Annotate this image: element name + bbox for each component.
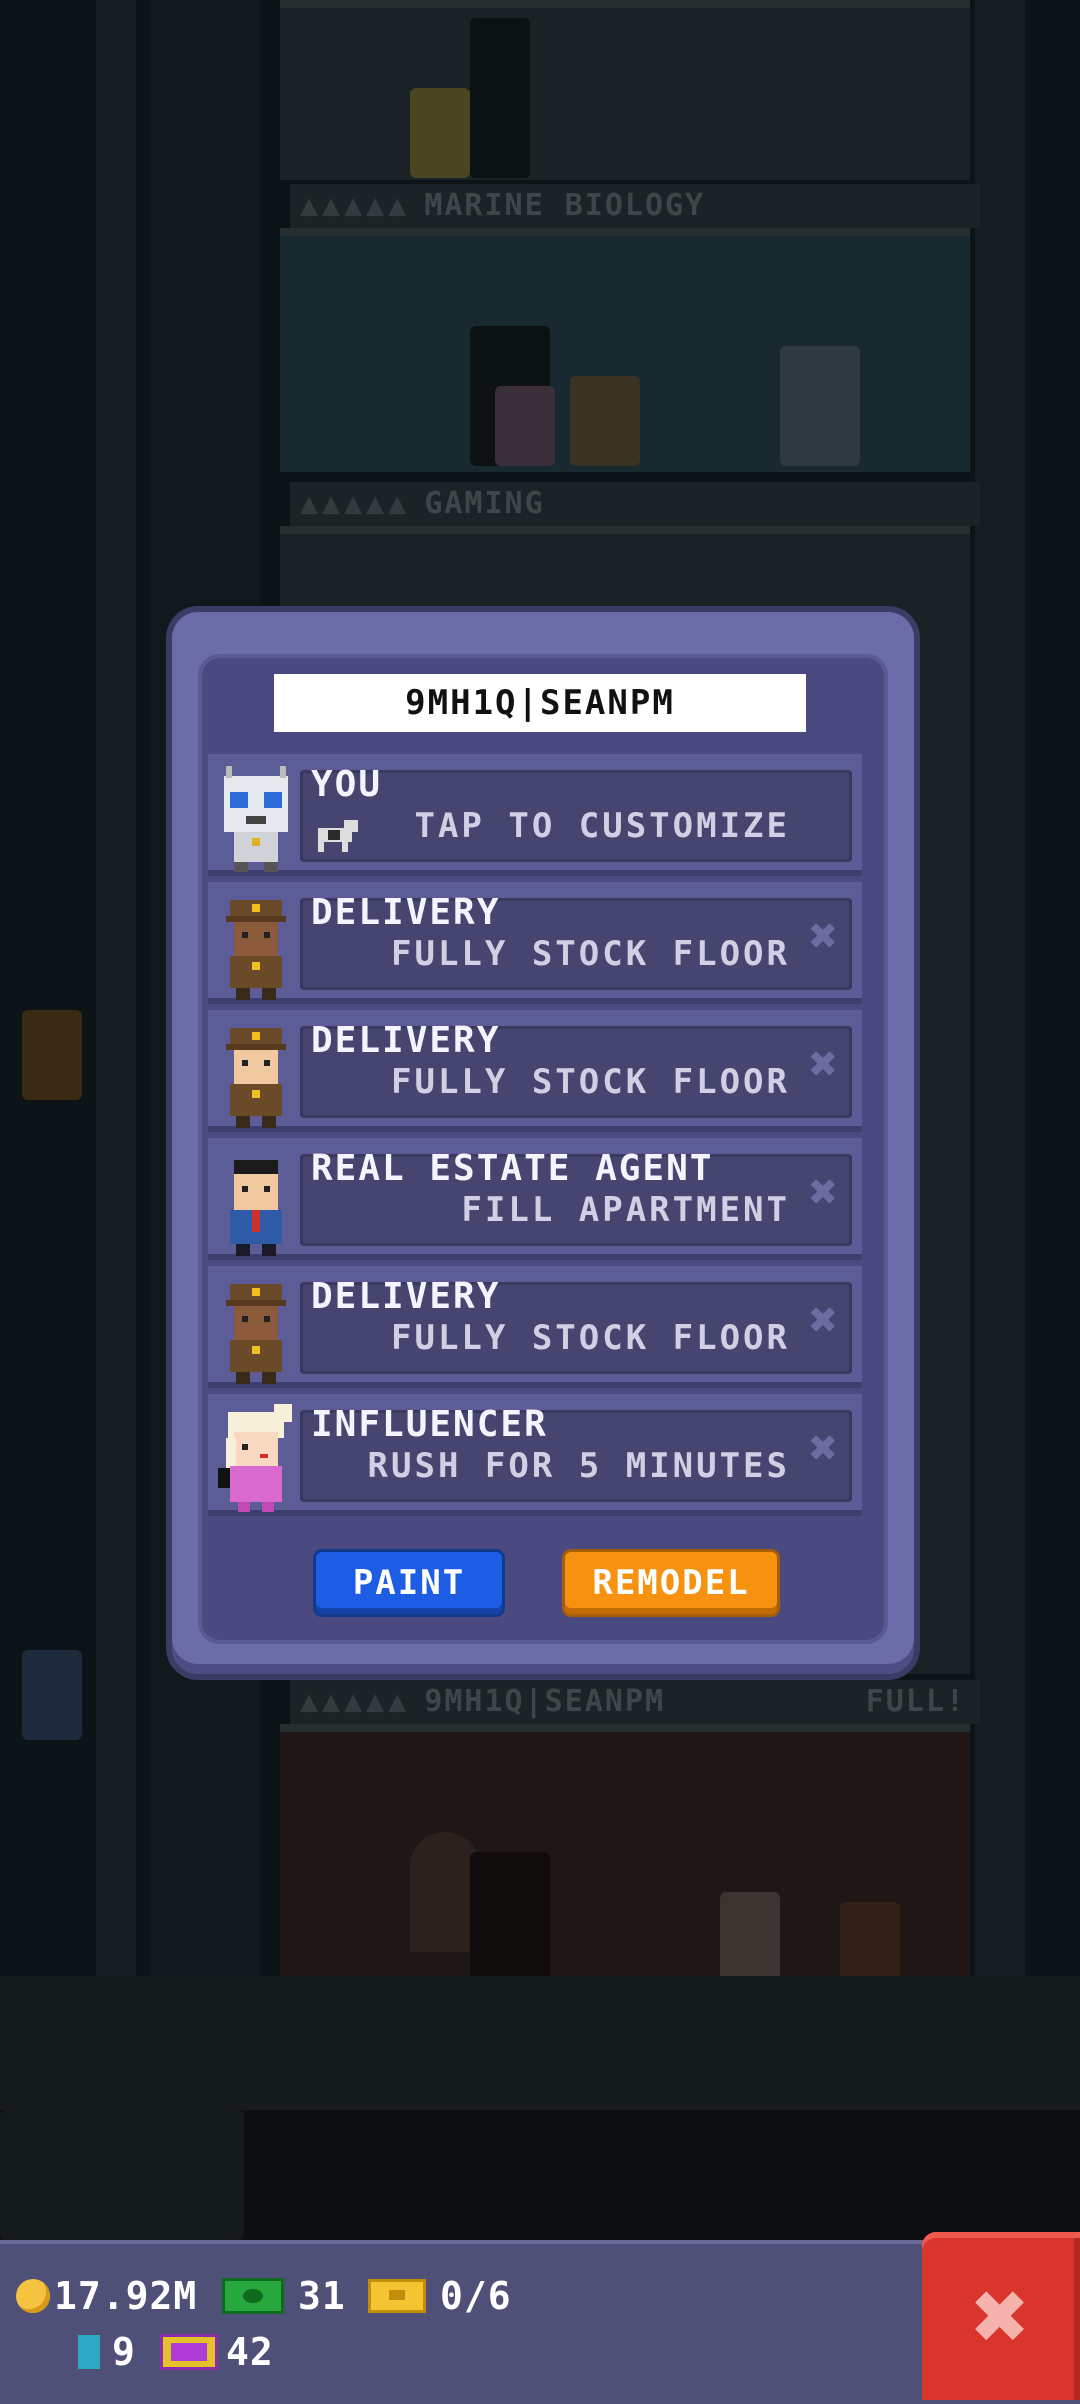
coins-value: 17.92M [54,2274,198,2318]
real-estate-agent-avatar-icon [216,1146,296,1258]
bux-value: 31 [298,2274,346,2318]
doorway [470,18,530,178]
bitizens-value: 9 [112,2330,136,2374]
resident-title: INFLUENCER [311,1404,548,1445]
vip-value: 42 [226,2330,274,2374]
bitizen-icon [78,2335,100,2369]
sidewalk [0,1976,1080,2110]
coins-counter[interactable]: 17.92M [16,2274,197,2318]
vip-counter[interactable]: 42 [160,2330,274,2374]
resident-subtitle: FILL APARTMENT [461,1190,790,1230]
delivery-avatar-icon [216,890,296,1002]
evict-x-icon[interactable]: ✖ [809,1424,838,1472]
tickets-counter[interactable]: 0/6 [368,2274,512,2318]
delivery-avatar-icon [216,1274,296,1386]
pet-cat-icon [314,818,362,852]
bitizen-sprite [495,386,555,466]
floor-marine-biology [280,228,970,472]
bitizen-sprite [570,376,640,466]
close-button[interactable]: ✖ [922,2232,1080,2400]
resident-row-you[interactable]: YOU TAP TO CUSTOMIZE [208,754,862,876]
resident-row-influencer[interactable]: INFLUENCER RUSH FOR 5 MINUTES ✖ [208,1394,862,1516]
bitizen-sprite [840,1902,900,1982]
building-sign [22,1650,82,1740]
golden-ticket-icon [368,2279,426,2313]
resident-subtitle: RUSH FOR 5 MINUTES [367,1446,790,1486]
tower-pillar-left [96,0,136,1980]
resident-row-delivery[interactable]: DELIVERY FULLY STOCK FLOOR ✖ [208,1010,862,1132]
floor-label-apartment: ▲▲▲▲▲ 9MH1Q|SEANPM FULL! [290,1680,980,1724]
building-sign [22,1010,82,1100]
doorway [470,1852,550,1982]
delivery-avatar-icon [216,1018,296,1130]
underground [0,2110,1080,2240]
resident-subtitle: FULLY STOCK FLOOR [391,1318,790,1358]
evict-x-icon[interactable]: ✖ [809,1040,838,1088]
floor-label-marine-biology: ▲▲▲▲▲ MARINE BIOLOGY [290,184,980,228]
bux-icon [222,2278,284,2314]
resident-row-delivery[interactable]: DELIVERY FULLY STOCK FLOOR ✖ [208,882,862,1004]
lobby-block [0,2110,244,2240]
evict-x-icon[interactable]: ✖ [809,1168,838,1216]
coin-icon [16,2279,50,2313]
evict-x-icon[interactable]: ✖ [809,1296,838,1344]
floor-label-gaming: ▲▲▲▲▲ GAMING [290,482,980,526]
paint-button[interactable]: PAINT [316,1552,502,1614]
bitizens-counter[interactable]: 9 [78,2330,136,2374]
influencer-avatar-icon [216,1402,296,1514]
tower-pillar-right [975,0,1025,1980]
remodel-button[interactable]: REMODEL [565,1552,777,1614]
resident-subtitle: FULLY STOCK FLOOR [391,1062,790,1102]
robot-avatar-icon [216,762,296,874]
floor-name-field[interactable] [274,674,806,732]
bitizen-sprite [720,1892,780,1982]
resident-title: DELIVERY [311,1276,501,1317]
resident-title: DELIVERY [311,892,501,933]
resident-subtitle: TAP TO CUSTOMIZE [414,806,790,846]
bitizen-sprite [410,88,470,178]
bottom-hud: 17.92M 31 0/6 9 42 [0,2240,1080,2404]
floor-top [280,0,970,180]
resident-row-real-estate-agent[interactable]: REAL ESTATE AGENT FILL APARTMENT ✖ [208,1138,862,1260]
evict-x-icon[interactable]: ✖ [809,912,838,960]
fish-tank [780,346,860,466]
resident-subtitle: FULLY STOCK FLOOR [391,934,790,974]
resident-title: REAL ESTATE AGENT [311,1148,714,1189]
tickets-value: 0/6 [440,2274,512,2318]
resident-row-delivery[interactable]: DELIVERY FULLY STOCK FLOOR ✖ [208,1266,862,1388]
vip-ticket-icon [160,2334,218,2370]
floor-apartment [280,1724,970,1982]
bux-counter[interactable]: 31 [222,2274,346,2318]
resident-title: YOU [311,764,383,805]
resident-title: DELIVERY [311,1020,501,1061]
